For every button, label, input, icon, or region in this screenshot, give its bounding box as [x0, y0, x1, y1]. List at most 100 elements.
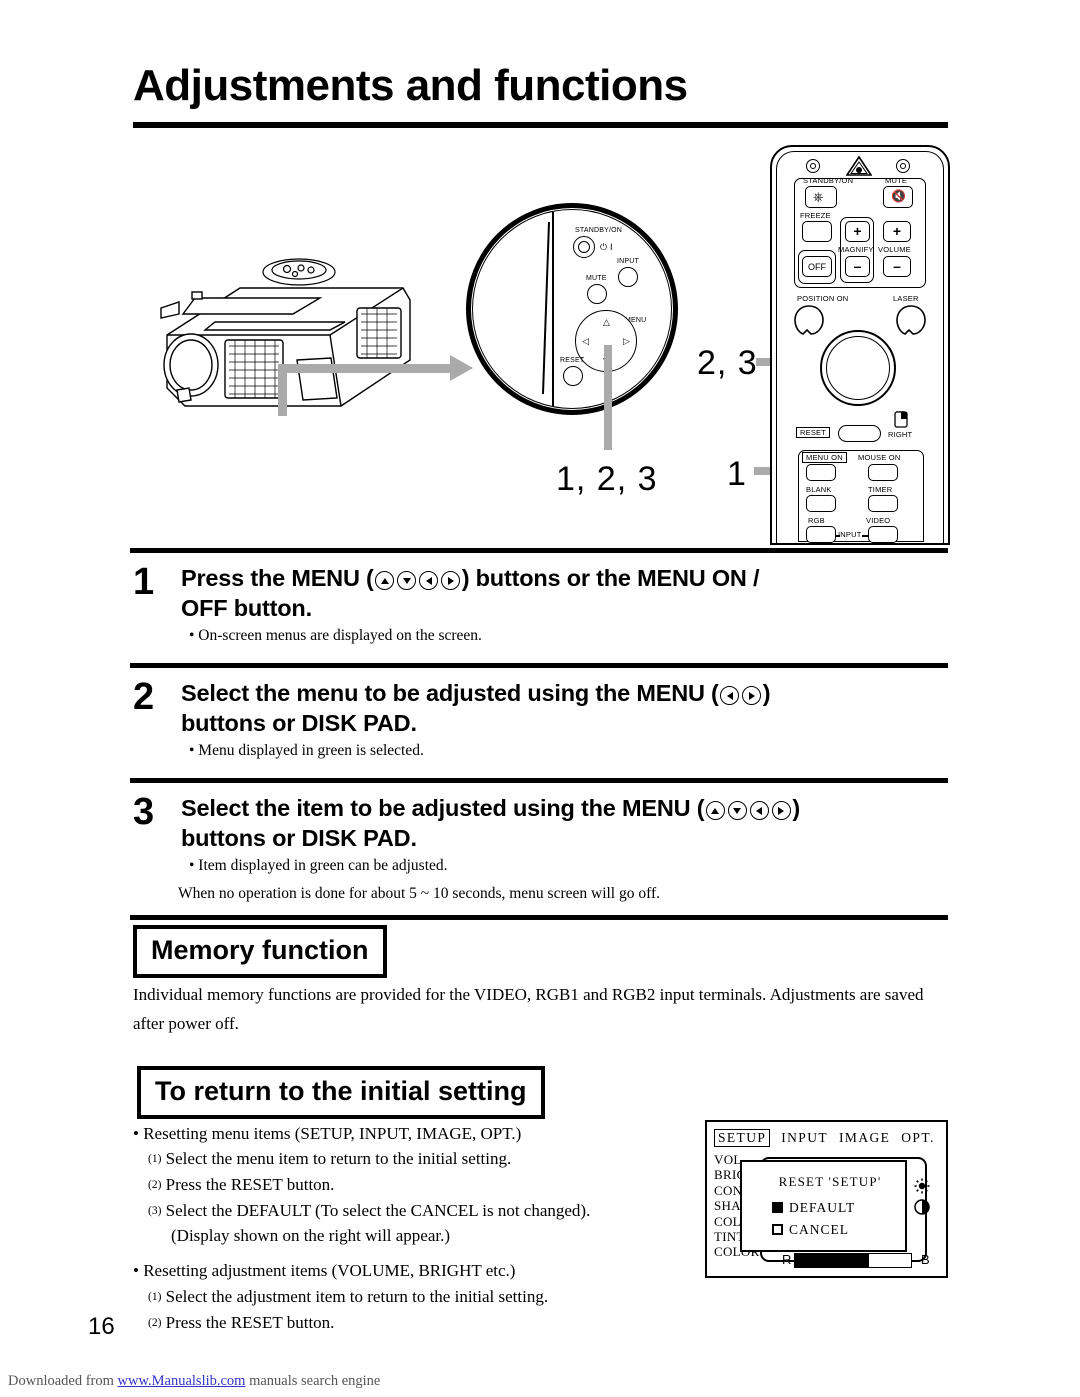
arrow-up-icon — [705, 801, 725, 820]
plus-icon: + — [892, 223, 902, 239]
remote-button-magnify-plus[interactable]: + — [845, 221, 870, 242]
arrow-left-icon — [749, 801, 769, 820]
osd-tab-input[interactable]: INPUT — [781, 1130, 828, 1146]
input-connector-left — [836, 535, 840, 537]
footer-suffix: manuals search engine — [245, 1373, 381, 1389]
remote-button-volume-plus[interactable]: + — [883, 221, 911, 242]
reset-bullet-2-item-1: (1) Select the adjustment item to return… — [148, 1283, 548, 1311]
remote-label-mouse-on: MOUSE ON — [858, 453, 901, 462]
laser-warning-icon — [846, 155, 872, 176]
reset-section-heading: To return to the initial setting — [137, 1066, 545, 1119]
step-2-head-before: Select the menu to be adjusted using the… — [181, 680, 719, 706]
reset-bullet-1: • Resetting menu items (SETUP, INPUT, IM… — [133, 1124, 522, 1143]
projector-illustration — [160, 258, 411, 407]
step-3-heading: Select the item to be adjusted using the… — [181, 793, 971, 853]
remote-led-left-inner-icon — [810, 163, 816, 169]
step-3-head-line2: buttons or DISK PAD. — [181, 825, 417, 852]
remote-button-video[interactable] — [868, 526, 898, 543]
remote-label-video: VIDEO — [866, 516, 891, 525]
panel-button-mute[interactable] — [587, 284, 607, 304]
remote-button-timer[interactable] — [868, 495, 898, 512]
remote-button-position[interactable] — [793, 304, 825, 336]
remote-button-standby-on[interactable]: ⎈ — [805, 186, 837, 208]
callout-label-menu-on: 1 — [727, 455, 747, 493]
remote-label-magnify: MAGNIFY — [838, 245, 874, 254]
contrast-icon — [914, 1199, 930, 1215]
remote-button-freeze[interactable] — [802, 221, 832, 242]
osd-dialog-title: RESET 'SETUP' — [778, 1174, 882, 1189]
footer-link[interactable]: www.Manualslib.com — [118, 1373, 246, 1389]
remote-label-blank: BLANK — [806, 485, 832, 494]
arrow-down-icon — [397, 571, 417, 590]
osd-tab-opt[interactable]: OPT. — [901, 1130, 934, 1146]
remote-button-volume-minus[interactable]: – — [883, 256, 911, 277]
remote-label-timer: TIMER — [868, 485, 893, 494]
callout-arrow-head — [450, 355, 473, 381]
panel-button-standby-on-inner — [578, 241, 590, 253]
remote-button-left-click[interactable] — [838, 425, 881, 442]
arrow-left-icon — [720, 686, 740, 705]
step-3-note-1: • Item displayed in green can be adjuste… — [189, 857, 448, 874]
remote-button-rgb[interactable] — [806, 526, 836, 543]
osd-dialog-option-cancel[interactable]: CANCEL — [772, 1222, 849, 1238]
step-3-number: 3 — [133, 791, 155, 833]
item-number: (1) — [148, 1291, 162, 1303]
minus-icon: – — [853, 258, 862, 274]
remote-disk-pad-inner — [826, 336, 890, 400]
reset-bullet-2-item-2: (2) Press the RESET button. — [148, 1309, 334, 1337]
remote-label-position-on: POSITION ON — [797, 294, 849, 303]
step-2-head-line2: buttons or DISK PAD. — [181, 710, 417, 737]
panel-arrow-right-icon[interactable]: ▷ — [623, 338, 630, 347]
panel-label-reset: RESET — [560, 357, 585, 364]
osd-tab-image[interactable]: IMAGE — [839, 1130, 890, 1146]
panel-button-reset[interactable] — [563, 366, 583, 386]
plus-icon: + — [853, 223, 862, 239]
remote-button-reset[interactable]: RESET — [796, 427, 831, 438]
osd-color-bal-left-label: R — [782, 1252, 792, 1267]
panel-label-mute: MUTE — [586, 275, 607, 282]
step-1-head-before: Press the MENU ( — [181, 565, 374, 591]
minus-icon: – — [893, 258, 901, 274]
osd-tab-setup[interactable]: SETUP — [714, 1129, 771, 1147]
remote-label-input: INPUT — [838, 530, 862, 539]
reset-bullet-1-item-3: (3) Select the DEFAULT (To select the CA… — [148, 1197, 590, 1225]
remote-button-mouse-on[interactable] — [868, 464, 898, 481]
remote-button-mute[interactable]: 🔇 — [883, 186, 913, 208]
remote-label-right: RIGHT — [888, 430, 913, 439]
step-1-divider — [130, 548, 948, 553]
callout-line-panel — [604, 345, 612, 450]
callout-arrow-horizontal — [278, 364, 453, 373]
item-text: Press the RESET button. — [165, 1175, 335, 1194]
step-1-note: • On-screen menus are displayed on the s… — [189, 627, 482, 644]
step-1-heading: Press the MENU () buttons or the MENU ON… — [181, 563, 951, 623]
step-3-head-after: ) — [792, 795, 800, 821]
option-label: CANCEL — [789, 1222, 849, 1237]
remote-label-volume: VOLUME — [878, 245, 911, 254]
remote-button-blank[interactable] — [806, 495, 836, 512]
item-number: (3) — [148, 1205, 162, 1217]
reset-bullet-1-item-2: (2) Press the RESET button. — [148, 1171, 334, 1199]
remote-button-laser[interactable] — [895, 304, 927, 336]
arrow-right-icon — [441, 571, 461, 590]
panel-arrow-left-icon[interactable]: ◁ — [582, 338, 589, 347]
step-1-number: 1 — [133, 561, 155, 603]
callout-label-disk-pad: 2, 3 — [697, 344, 758, 382]
memory-function-heading: Memory function — [133, 925, 387, 978]
option-label: DEFAULT — [789, 1200, 856, 1215]
panel-label-standby-on: STANDBY/ON — [575, 227, 622, 234]
panel-arrow-up-icon[interactable]: △ — [603, 319, 610, 328]
unselected-marker-icon — [772, 1224, 783, 1235]
step-3-head-before: Select the item to be adjusted using the… — [181, 795, 705, 821]
item-text: Select the menu item to return to the in… — [165, 1149, 512, 1168]
remote-button-magnify-minus[interactable]: – — [845, 256, 870, 277]
remote-button-menu-on[interactable] — [806, 464, 836, 481]
remote-button-off[interactable]: OFF — [802, 256, 832, 277]
page-title: Adjustments and functions — [133, 61, 688, 110]
osd-dialog-option-default[interactable]: DEFAULT — [772, 1200, 855, 1216]
mute-icon: 🔇 — [891, 189, 906, 203]
item-text: Select the DEFAULT (To select the CANCEL… — [165, 1201, 591, 1220]
osd-color-balance-slider[interactable] — [794, 1253, 912, 1268]
title-divider — [133, 122, 948, 128]
step-2-head-after: ) — [762, 680, 771, 706]
panel-button-input[interactable] — [618, 267, 638, 287]
